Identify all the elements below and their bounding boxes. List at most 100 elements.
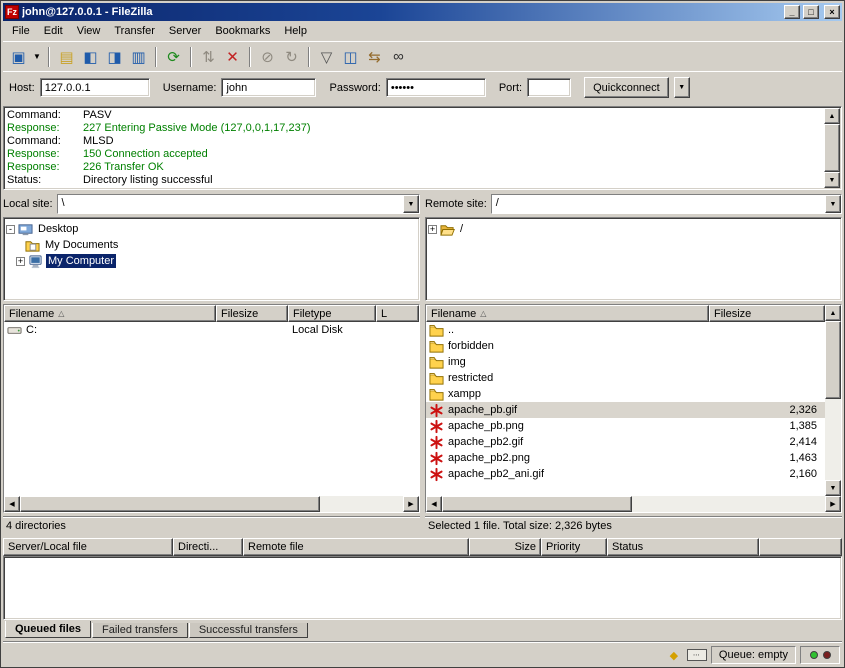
column-filename[interactable]: Filename △	[4, 305, 216, 322]
column-server-local-file[interactable]: Server/Local file	[3, 538, 173, 556]
scroll-up-icon[interactable]: ▲	[824, 108, 840, 124]
column-status[interactable]: Status	[607, 538, 759, 556]
scroll-left-icon[interactable]: ◀	[426, 496, 442, 512]
queue-body	[3, 556, 842, 620]
port-label: Port:	[499, 82, 522, 94]
cancel-icon[interactable]: ✕	[221, 45, 244, 68]
remote-file-row[interactable]: ..	[426, 322, 825, 338]
column-filesize[interactable]: Filesize	[216, 305, 288, 322]
remote-file-row[interactable]: restricted	[426, 370, 825, 386]
site-manager-icon[interactable]: ▣	[7, 45, 30, 68]
username-input[interactable]	[221, 78, 316, 97]
remote-file-row[interactable]: apache_pb2_ani.gif 2,160	[426, 466, 825, 482]
log-scrollbar[interactable]: ▲ ▼	[824, 108, 840, 188]
remote-file-row[interactable]: xampp	[426, 386, 825, 402]
local-h-scrollbar[interactable]: ◀ ▶	[4, 496, 419, 512]
collapse-icon[interactable]: -	[6, 225, 15, 234]
column-size[interactable]: Size	[469, 538, 541, 556]
status-bar: ◆ ⋯ Queue: empty	[3, 641, 842, 665]
column-filetype[interactable]: Filetype	[288, 305, 376, 322]
menu-server[interactable]: Server	[162, 22, 208, 40]
find-files-icon[interactable]: ∞	[387, 45, 410, 68]
status-led-red	[823, 651, 831, 659]
remote-file-row-selected[interactable]: apache_pb.gif 2,326	[426, 402, 825, 418]
close-button[interactable]: ×	[824, 5, 840, 19]
queue-status-panel: Queue: empty	[711, 646, 796, 664]
toolbar-separator	[249, 47, 251, 67]
expand-icon[interactable]: +	[16, 257, 25, 266]
log-line: Command: MLSD	[7, 135, 823, 148]
site-manager-dropdown-icon[interactable]: ▼	[31, 45, 43, 68]
log-line: Status: Directory listing successful	[7, 174, 823, 187]
remote-tree-toggle-icon[interactable]: ◨	[103, 45, 126, 68]
tree-item-my-computer[interactable]: + My Computer	[6, 253, 417, 269]
menu-edit[interactable]: Edit	[37, 22, 70, 40]
remote-tree: + /	[425, 217, 842, 301]
message-log-toggle-icon[interactable]: ▤	[55, 45, 78, 68]
column-direction[interactable]: Directi...	[173, 538, 243, 556]
menu-bookmarks[interactable]: Bookmarks	[208, 22, 277, 40]
scroll-down-icon[interactable]: ▼	[825, 480, 841, 496]
port-input[interactable]	[527, 78, 571, 97]
column-last-modified[interactable]: L	[376, 305, 419, 322]
local-file-row[interactable]: C: Local Disk	[4, 322, 419, 338]
transfer-queue: Server/Local file Directi... Remote file…	[3, 538, 842, 620]
menu-view[interactable]: View	[70, 22, 108, 40]
maximize-button[interactable]: □	[803, 5, 819, 19]
local-site-row: Local site: \ ▼	[3, 193, 420, 215]
directory-compare-icon[interactable]: ◫	[339, 45, 362, 68]
quickconnect-dropdown-icon[interactable]: ▼	[674, 77, 690, 98]
expand-icon[interactable]: +	[428, 225, 437, 234]
scrollbar-thumb[interactable]	[825, 321, 841, 399]
toolbar-separator	[308, 47, 310, 67]
tab-successful-transfers[interactable]: Successful transfers	[189, 623, 308, 638]
quickconnect-button[interactable]: Quickconnect	[584, 77, 669, 98]
sync-browsing-icon[interactable]: ⇆	[363, 45, 386, 68]
remote-file-row[interactable]: img	[426, 354, 825, 370]
filter-icon[interactable]: ▽	[315, 45, 338, 68]
remote-file-row[interactable]: apache_pb2.gif 2,414	[426, 434, 825, 450]
tab-failed-transfers[interactable]: Failed transfers	[92, 623, 188, 638]
minimize-button[interactable]: _	[784, 5, 800, 19]
scroll-right-icon[interactable]: ▶	[403, 496, 419, 512]
scroll-right-icon[interactable]: ▶	[825, 496, 841, 512]
remote-file-row[interactable]: apache_pb.png 1,385	[426, 418, 825, 434]
column-priority[interactable]: Priority	[541, 538, 607, 556]
menu-transfer[interactable]: Transfer	[107, 22, 162, 40]
remote-file-row[interactable]: forbidden	[426, 338, 825, 354]
scroll-down-icon[interactable]: ▼	[824, 172, 840, 188]
scrollbar-thumb[interactable]	[824, 124, 840, 172]
local-site-combobox[interactable]: \ ▼	[57, 194, 420, 214]
local-tree-toggle-icon[interactable]: ◧	[79, 45, 102, 68]
scroll-left-icon[interactable]: ◀	[4, 496, 20, 512]
remote-h-scrollbar[interactable]: ◀ ▶	[426, 496, 841, 512]
remote-file-row[interactable]: apache_pb2.png 1,463	[426, 450, 825, 466]
scroll-up-icon[interactable]: ▲	[825, 305, 841, 321]
reconnect-icon[interactable]: ↻	[280, 45, 303, 68]
scrollbar-thumb[interactable]	[20, 496, 320, 512]
remote-status-text: Selected 1 file. Total size: 2,326 bytes	[425, 516, 842, 536]
remote-site-combobox[interactable]: / ▼	[491, 194, 842, 214]
scrollbar-thumb[interactable]	[442, 496, 632, 512]
host-input[interactable]	[40, 78, 150, 97]
queue-toggle-icon[interactable]: ▥	[127, 45, 150, 68]
column-filename[interactable]: Filename △	[426, 305, 709, 322]
queue-header: Server/Local file Directi... Remote file…	[3, 538, 842, 556]
tree-item-my-documents[interactable]: My Documents	[6, 237, 417, 253]
column-remote-file[interactable]: Remote file	[243, 538, 469, 556]
menu-file[interactable]: File	[5, 22, 37, 40]
tree-item-desktop[interactable]: - Desktop	[6, 221, 417, 237]
title-bar[interactable]: Fz john@127.0.0.1 - FileZilla _ □ ×	[3, 3, 842, 21]
disconnect-icon[interactable]: ⊘	[256, 45, 279, 68]
folder-icon	[429, 387, 444, 402]
column-filesize[interactable]: Filesize	[709, 305, 825, 322]
refresh-icon[interactable]: ⟳	[162, 45, 185, 68]
menu-help[interactable]: Help	[277, 22, 314, 40]
tab-queued-files[interactable]: Queued files	[5, 621, 91, 638]
tree-item-root[interactable]: + /	[428, 221, 839, 237]
remote-v-scrollbar[interactable]: ▲ ▼	[825, 305, 841, 496]
password-input[interactable]	[386, 78, 486, 97]
combo-dropdown-icon[interactable]: ▼	[825, 195, 841, 213]
combo-dropdown-icon[interactable]: ▼	[403, 195, 419, 213]
process-queue-icon[interactable]: ⇅	[197, 45, 220, 68]
